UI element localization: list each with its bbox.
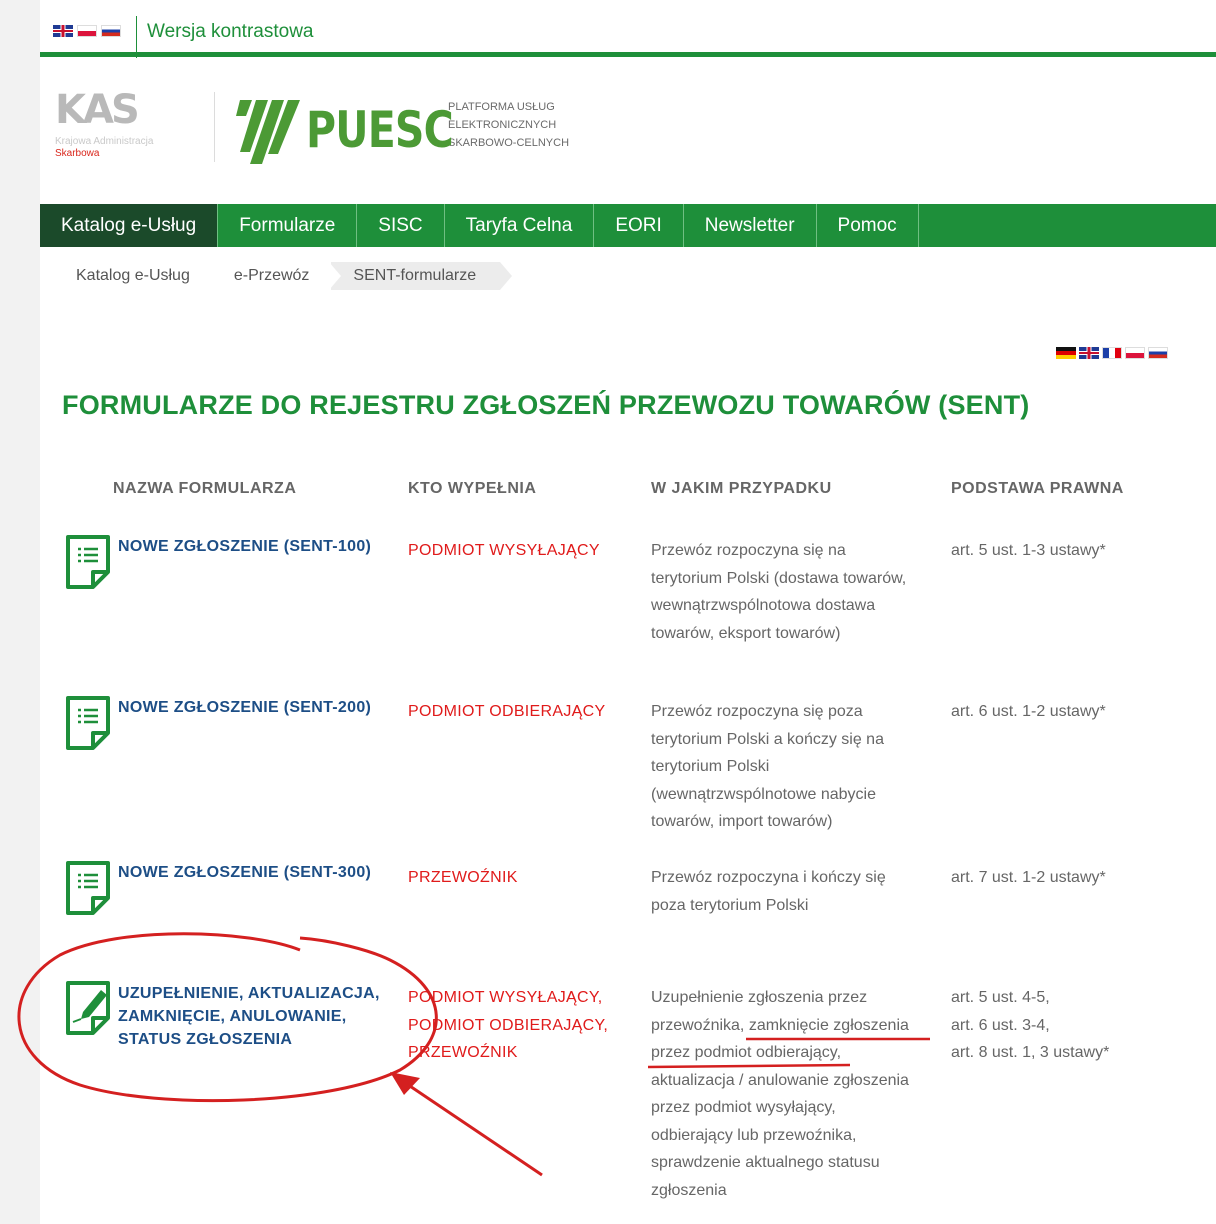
when-line: wewnątrzwspólnotowa dostawa: [651, 597, 876, 614]
who-fills: PRZEWOŹNIK: [408, 869, 518, 886]
legal-basis: art. 5 ust. 1-3 ustawy*: [951, 542, 1106, 559]
legal-basis: art. 6 ust. 1-2 ustawy*: [951, 703, 1106, 720]
contrast-version-link[interactable]: Wersja kontrastowa: [147, 21, 314, 43]
form-link-sent-300[interactable]: NOWE ZGŁOSZENIE (SENT-300): [118, 861, 371, 884]
when-line: przez podmiot wysyłający,: [651, 1099, 836, 1116]
column-header-name: NAZWA FORMULARZA: [113, 480, 297, 497]
when-line: towarów, import towarów): [651, 813, 833, 830]
legal-basis: art. 5 ust. 4-5, art. 6 ust. 3-4, art. 8…: [951, 984, 1109, 1067]
kas-logo-line2: Skarbowa: [55, 148, 100, 159]
nav-taryfa-celna[interactable]: Taryfa Celna: [445, 204, 595, 247]
flag-ru-icon[interactable]: [101, 25, 121, 37]
breadcrumb-item[interactable]: e-Przewóz: [211, 262, 341, 290]
kas-logo-line1: Krajowa Administracja: [55, 136, 154, 147]
puesc-subtitle-line: SKARBOWO-CELNYCH: [448, 137, 570, 149]
top-bar: Wersja kontrastowa: [40, 0, 1216, 58]
when-line: terytorium Polski: [651, 758, 770, 775]
puesc-logo[interactable]: PUESC PLATFORMA USŁUG ELEKTRONICZNYCH SK…: [236, 90, 569, 170]
document-edit-icon[interactable]: [65, 980, 111, 1036]
when-line: odbierający lub przewoźnika,: [651, 1126, 857, 1144]
nav-katalog-e-uslug[interactable]: Katalog e-Usług: [40, 204, 219, 247]
flag-ru-icon[interactable]: [1148, 347, 1168, 359]
kas-logo-mark: KAS: [55, 87, 140, 133]
breadcrumb-current: SENT-formularze: [331, 262, 512, 290]
who-line: PODMIOT WYSYŁAJĄCY,: [408, 989, 603, 1006]
when-description: Przewóz rozpoczyna się poza terytorium P…: [651, 698, 931, 836]
who-line: PRZEWOŹNIK: [408, 1044, 518, 1061]
logo-divider: [214, 92, 215, 162]
when-line: Przewóz rozpoczyna się na: [651, 542, 846, 559]
kas-logo[interactable]: KAS Krajowa Administracja Skarbowa: [55, 88, 195, 168]
puesc-name: PUESC: [306, 101, 454, 159]
flag-fr-icon[interactable]: [1102, 347, 1122, 359]
when-line: przez podmiot odbierający,: [651, 1044, 842, 1061]
language-flags: [53, 25, 121, 37]
main-navigation: Katalog e-Usług Formularze SISC Taryfa C…: [40, 204, 1216, 247]
form-name-line: ZAMKNIĘCIE, ANULOWANIE,: [118, 1008, 347, 1025]
when-description: Przewóz rozpoczyna i kończy się poza ter…: [651, 864, 931, 919]
puesc-subtitle-line: PLATFORMA USŁUG: [448, 101, 555, 113]
breadcrumb: Katalog e-Usług e-Przewóz SENT-formularz…: [54, 262, 512, 290]
document-list-icon[interactable]: [65, 534, 111, 590]
column-header-law: PODSTAWA PRAWNA: [951, 480, 1124, 497]
when-line: sprawdzenie aktualnego statusu: [651, 1154, 880, 1171]
puesc-subtitle: PLATFORMA USŁUG ELEKTRONICZNYCH SKARBOWO…: [448, 98, 569, 152]
page-container: Wersja kontrastowa KAS Krajowa Administr…: [40, 0, 1216, 1224]
nav-eori[interactable]: EORI: [594, 204, 684, 247]
column-header-when: W JAKIM PRZYPADKU: [651, 480, 832, 497]
puesc-subtitle-line: ELEKTRONICZNYCH: [448, 119, 557, 131]
document-list-icon[interactable]: [65, 695, 111, 751]
flag-en-icon[interactable]: [1079, 347, 1099, 359]
form-link-sent-200[interactable]: NOWE ZGŁOSZENIE (SENT-200): [118, 696, 371, 719]
nav-formularze[interactable]: Formularze: [218, 204, 358, 247]
law-line: art. 5 ust. 4-5,: [951, 989, 1050, 1006]
when-line: Uzupełnienie zgłoszenia przez: [651, 989, 868, 1006]
nav-newsletter[interactable]: Newsletter: [684, 204, 817, 247]
legal-basis: art. 7 ust. 1-2 ustawy*: [951, 869, 1106, 886]
law-line: art. 8 ust. 1, 3 ustawy*: [951, 1044, 1110, 1061]
when-description: Uzupełnienie zgłoszenia przez przewoźnik…: [651, 984, 931, 1204]
content-language-flags: [1056, 347, 1168, 359]
form-name-line: STATUS ZGŁOSZENIA: [118, 1031, 293, 1048]
when-line: towarów, eksport towarów): [651, 624, 841, 642]
top-green-rule: [40, 52, 1216, 57]
when-line: Przewóz rozpoczyna i kończy się: [651, 869, 886, 886]
when-line: Przewóz rozpoczyna się poza: [651, 703, 863, 720]
when-line: zgłoszenia: [651, 1181, 727, 1199]
flag-de-icon[interactable]: [1056, 347, 1076, 359]
when-description: Przewóz rozpoczyna się na terytorium Pol…: [651, 537, 931, 647]
when-line: aktualizacja / anulowanie zgłoszenia: [651, 1071, 909, 1089]
when-line: (wewnątrzwspólnotowe nabycie: [651, 785, 876, 803]
nav-pomoc[interactable]: Pomoc: [817, 204, 919, 247]
when-line: terytorium Polski (dostawa towarów,: [651, 569, 907, 587]
document-list-icon[interactable]: [65, 860, 111, 916]
puesc-stripes-icon: [236, 100, 300, 164]
when-line: terytorium Polski a kończy się na: [651, 730, 884, 748]
when-line: przewoźnika, zamknięcie zgłoszenia: [651, 1016, 909, 1034]
who-fills: PODMIOT WYSYŁAJĄCY: [408, 542, 600, 559]
who-fills: PODMIOT ODBIERAJĄCY: [408, 703, 606, 720]
flag-pl-icon[interactable]: [77, 25, 97, 37]
form-link-sent-100[interactable]: NOWE ZGŁOSZENIE (SENT-100): [118, 535, 371, 558]
form-link-update-close-cancel-status[interactable]: UZUPEŁNIENIE, AKTUALIZACJA, ZAMKNIĘCIE, …: [118, 982, 380, 1051]
nav-sisc[interactable]: SISC: [357, 204, 445, 247]
when-line: poza terytorium Polski: [651, 896, 809, 914]
flag-en-icon[interactable]: [53, 25, 73, 37]
form-name-line: UZUPEŁNIENIE, AKTUALIZACJA,: [118, 985, 380, 1002]
who-line: PODMIOT ODBIERAJĄCY,: [408, 1016, 609, 1034]
who-fills: PODMIOT WYSYŁAJĄCY, PODMIOT ODBIERAJĄCY,…: [408, 984, 608, 1067]
column-header-who: KTO WYPEŁNIA: [408, 480, 537, 497]
law-line: art. 6 ust. 3-4,: [951, 1016, 1050, 1034]
flag-pl-icon[interactable]: [1125, 347, 1145, 359]
page-title: FORMULARZE DO REJESTRU ZGŁOSZEŃ PRZEWOZU…: [62, 390, 1030, 420]
breadcrumb-item[interactable]: Katalog e-Usług: [54, 262, 222, 290]
